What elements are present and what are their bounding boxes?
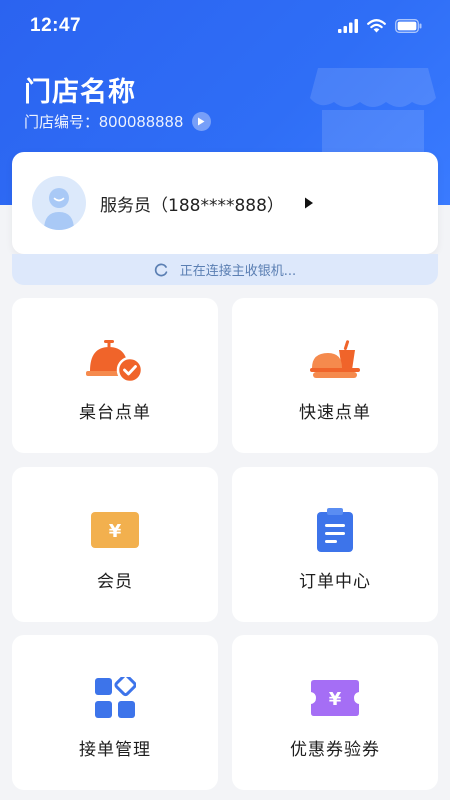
apps-grid-icon	[95, 677, 136, 718]
table-order-tile[interactable]: 桌台点单	[12, 298, 218, 453]
user-card[interactable]: 服务员（188****888）	[12, 152, 438, 254]
svg-text:¥: ¥	[109, 521, 122, 542]
connection-status-bar: 正在连接主收银机...	[12, 254, 438, 285]
user-name: 服务员（188****888）	[100, 195, 284, 216]
user-avatar-icon	[44, 188, 74, 230]
arrow-right-icon[interactable]	[304, 197, 314, 209]
signal-icon	[338, 19, 358, 33]
battery-icon	[395, 19, 422, 33]
tile-label: 会员	[97, 572, 133, 592]
quick-order-tile[interactable]: 快速点单	[232, 298, 438, 453]
play-circle-icon[interactable]	[191, 112, 211, 131]
wifi-icon	[367, 19, 386, 33]
store-name: 门店名称	[24, 77, 136, 108]
store-number-row[interactable]: 门店编号：800088888	[24, 111, 211, 132]
store-number-value: 800088888	[99, 114, 184, 131]
cloche-check-icon	[86, 340, 144, 384]
member-card-icon: ¥	[91, 512, 139, 548]
order-center-tile[interactable]: 订单中心	[232, 467, 438, 622]
member-tile[interactable]: ¥ 会员	[12, 467, 218, 622]
tile-label: 优惠券验券	[290, 740, 380, 760]
loading-spinner-icon	[154, 263, 168, 276]
connection-status-text: 正在连接主收银机...	[179, 264, 297, 279]
clipboard-icon	[317, 508, 353, 552]
fast-food-icon	[310, 340, 360, 378]
order-receiving-tile[interactable]: 接单管理	[12, 635, 218, 790]
svg-text:¥: ¥	[329, 689, 342, 710]
status-bar: 12:47	[0, 0, 450, 52]
status-icons	[338, 19, 422, 33]
tile-label: 订单中心	[299, 572, 371, 592]
tile-label: 快速点单	[299, 403, 371, 423]
tile-label: 桌台点单	[79, 403, 151, 423]
status-time: 12:47	[30, 15, 82, 36]
avatar	[32, 176, 86, 230]
tile-label: 接单管理	[79, 740, 151, 760]
coupon-icon: ¥	[311, 680, 359, 716]
store-watermark-icon	[310, 68, 436, 168]
store-number-label: 门店编号：800088888	[24, 113, 184, 131]
coupon-verify-tile[interactable]: ¥ 优惠券验券	[232, 635, 438, 790]
